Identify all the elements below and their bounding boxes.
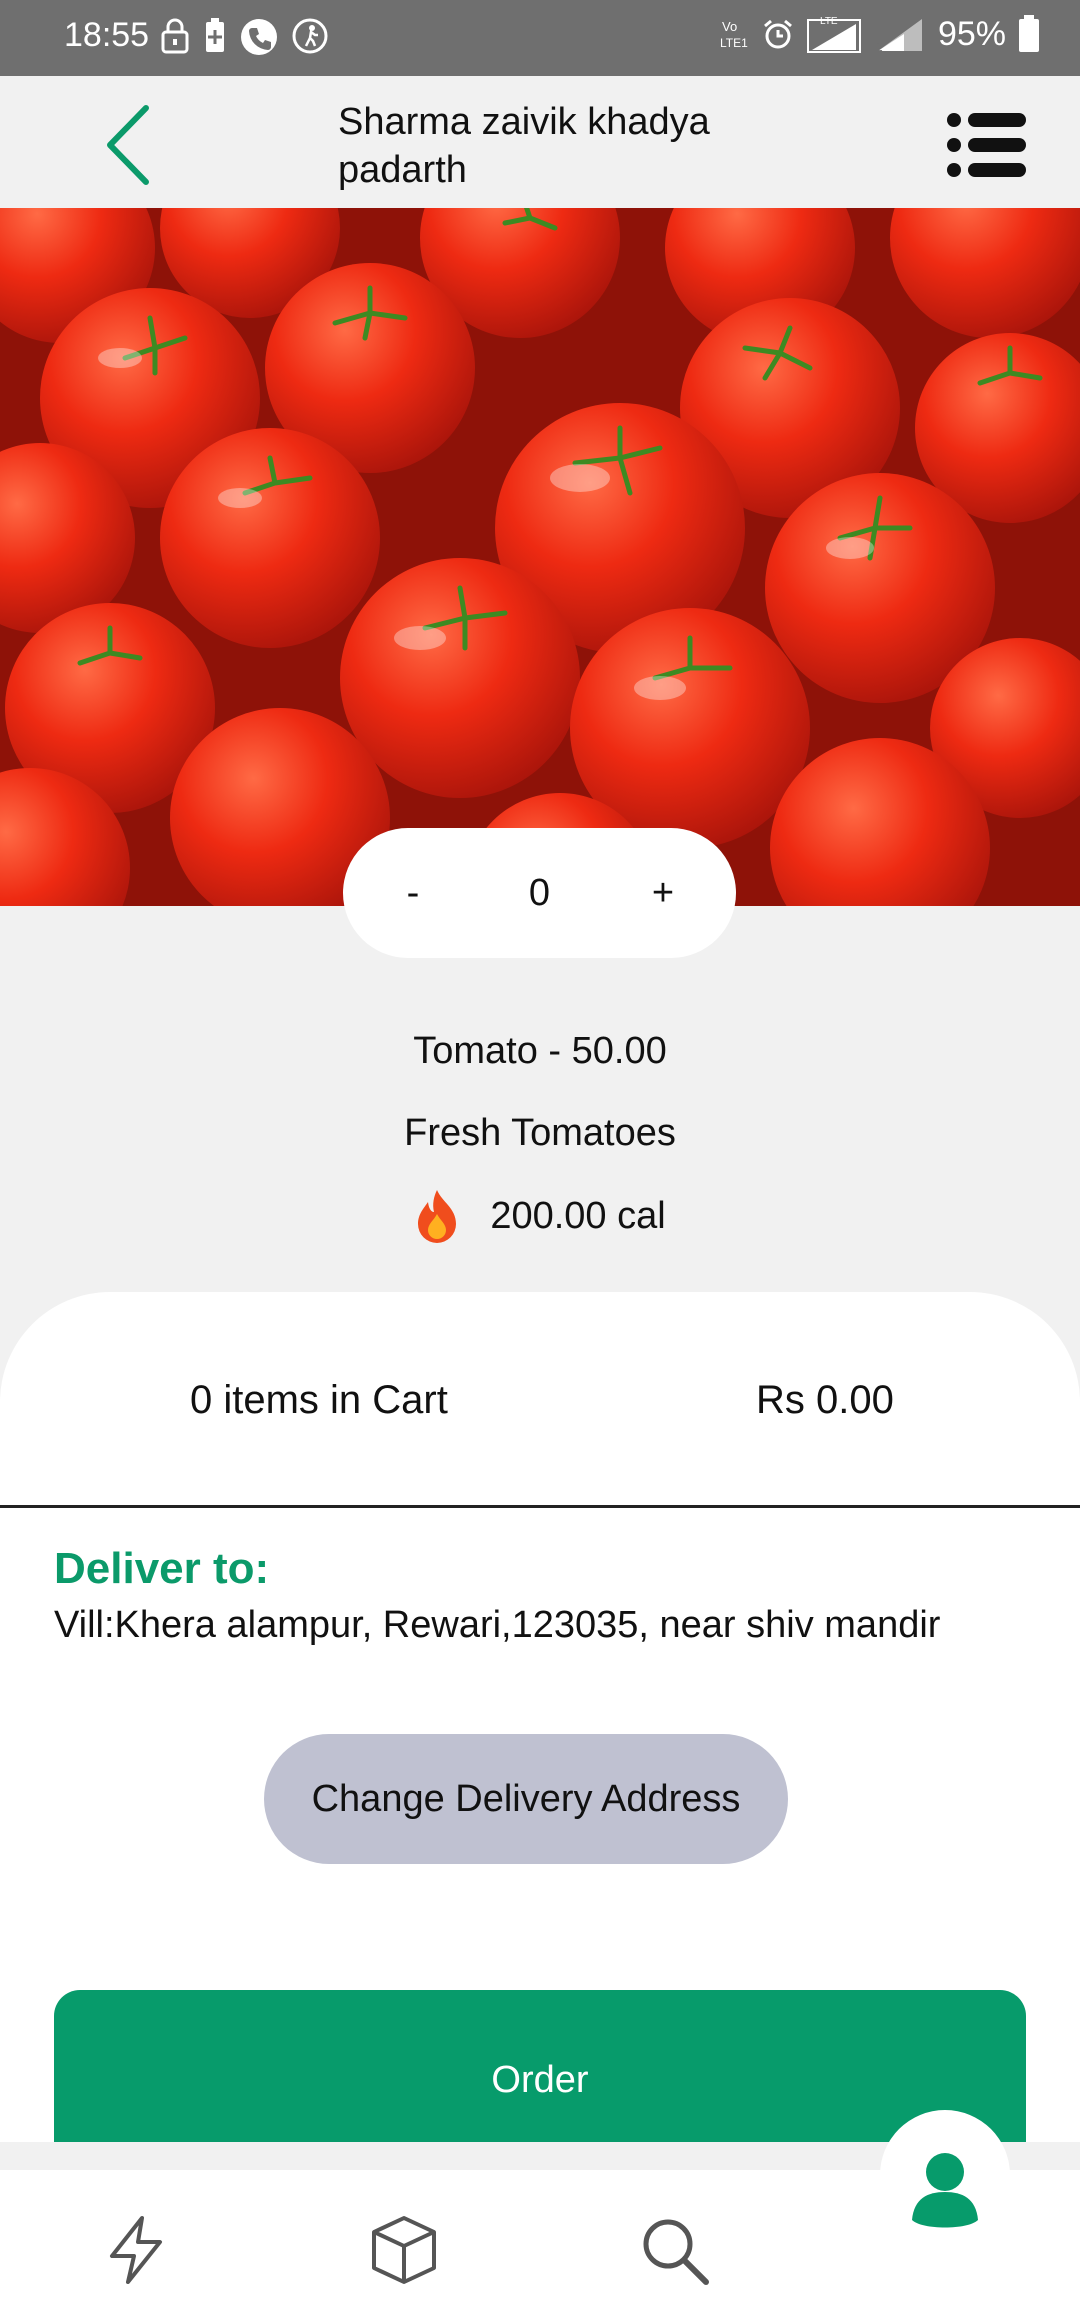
cart-summary: 0 items in Cart Rs 0.00 (0, 1292, 1080, 1508)
svg-text:2: 2 (876, 40, 883, 53)
back-button[interactable] (96, 100, 166, 190)
app-header: Sharma zaivik khadya padarth (0, 76, 1080, 208)
page-title: Sharma zaivik khadya padarth (338, 101, 710, 191)
battery-saver-icon (206, 18, 224, 52)
delivery-section: Deliver to: Vill:Khera alampur, Rewari,1… (0, 1508, 1080, 2142)
list-menu-icon[interactable] (946, 110, 1030, 180)
increase-quantity-button[interactable]: + (633, 828, 693, 958)
lock-icon (161, 18, 189, 54)
box-icon[interactable] (366, 2212, 442, 2288)
user-icon (912, 2153, 978, 2228)
product-description: Fresh Tomatoes (404, 1112, 676, 1154)
product-image (0, 208, 1080, 906)
svg-text:LTE1: LTE1 (720, 36, 748, 50)
deliver-to-label: Deliver to: (54, 1544, 270, 1593)
accessibility-icon (292, 18, 328, 54)
fire-icon (418, 1190, 457, 1243)
status-bar: 18:55 Vo LTE1 LTE 2 95% (0, 0, 1080, 76)
call-icon (241, 19, 277, 55)
profile-button[interactable] (880, 2110, 1010, 2240)
cart-total: Rs 0.00 (756, 1378, 894, 1422)
product-name-price: Tomato - 50.00 (413, 1030, 667, 1072)
svg-text:Vo: Vo (722, 19, 737, 34)
quantity-stepper: - 0 + (343, 828, 736, 958)
alarm-icon (763, 19, 792, 49)
status-right-icons: Vo LTE1 LTE 2 95% (720, 14, 1040, 54)
battery-percent: 95% (937, 14, 1006, 53)
status-left-icons (160, 18, 328, 56)
cart-item-count: 0 items in Cart (190, 1378, 448, 1422)
lightning-icon[interactable] (98, 2212, 174, 2288)
search-icon[interactable] (636, 2212, 712, 2288)
quantity-value: 0 (528, 872, 551, 914)
volte-icon: Vo LTE1 (720, 19, 748, 50)
signal-lte-icon: LTE (806, 16, 861, 53)
signal-2-icon: 2 (876, 19, 922, 53)
tomatoes-photo (0, 208, 1080, 906)
calorie-value: 200.00 cal (490, 1194, 666, 1237)
change-delivery-address-button[interactable]: Change Delivery Address (264, 1734, 788, 1864)
delivery-address: Vill:Khera alampur, Rewari,123035, near … (54, 1604, 941, 1646)
svg-text:LTE: LTE (820, 16, 838, 27)
status-time: 18:55 (64, 16, 150, 54)
battery-icon (1019, 15, 1039, 52)
decrease-quantity-button[interactable]: - (383, 828, 443, 958)
calorie-info: 200.00 cal (0, 1188, 1080, 1244)
